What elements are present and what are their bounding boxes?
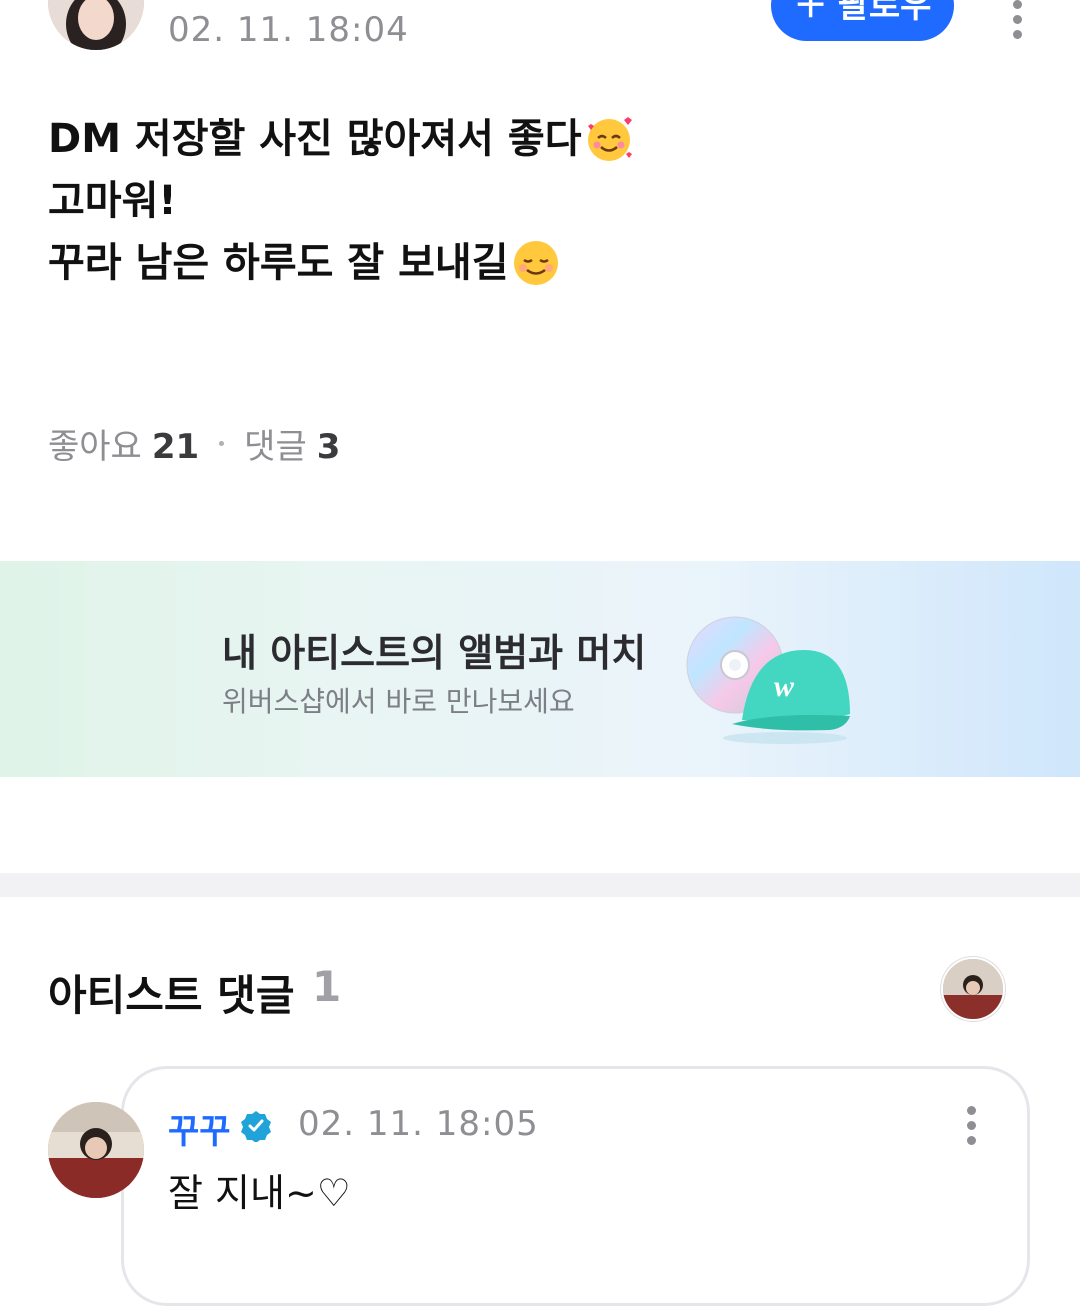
- verified-badge-icon: [241, 1111, 271, 1142]
- post-line-text: 꾸라 남은 하루도 잘 보내길: [48, 240, 509, 286]
- svg-text:w: w: [774, 670, 795, 703]
- comment-more-options-icon[interactable]: [958, 1106, 984, 1146]
- banner-art: w: [686, 616, 850, 744]
- comments-count: 3: [316, 427, 341, 467]
- post-more-options-icon[interactable]: [1004, 0, 1030, 39]
- comment-timestamp: 02. 11. 18:05: [298, 1104, 539, 1144]
- artist-comments-title: 아티스트 댓글: [48, 971, 295, 1020]
- post-timestamp: 02. 11. 18:04: [168, 10, 409, 50]
- likes-label: 좋아요: [48, 427, 142, 467]
- post-line: 고마워!: [48, 170, 748, 232]
- smiling-face-icon: [513, 241, 558, 285]
- comments-label: 댓글: [244, 427, 307, 467]
- comment-author-name[interactable]: 꾸꾸: [168, 1104, 231, 1153]
- banner-subtitle: 위버스샵에서 바로 만나보세요: [222, 685, 575, 718]
- post-line: 꾸라 남은 하루도 잘 보내길: [48, 232, 748, 294]
- likes-stat[interactable]: 좋아요 21: [48, 419, 199, 468]
- post-line: DM 저장할 사진 많아져서 좋다: [48, 108, 748, 170]
- artist-avatar[interactable]: [941, 957, 1005, 1021]
- separator-dot: [219, 441, 225, 446]
- comment-author-avatar[interactable]: [48, 1102, 144, 1198]
- post-author-avatar[interactable]: [48, 0, 144, 50]
- smiling-face-with-hearts-icon: [587, 117, 632, 161]
- banner-title: 내 아티스트의 앨범과 머치: [222, 631, 647, 675]
- section-divider: [0, 873, 1080, 897]
- comment-text: 잘 지내~♡: [168, 1171, 351, 1215]
- comments-stat[interactable]: 댓글 3: [244, 419, 340, 468]
- post-body: DM 저장할 사진 많아져서 좋다 고마워! 꾸라 남은 하루도 잘 보내길: [48, 108, 748, 294]
- follow-button-label: 팔로우: [837, 0, 932, 26]
- artist-comments-count: 1: [312, 962, 342, 1011]
- plus-icon: ＋: [793, 0, 828, 26]
- post-line-text: 고마워!: [48, 178, 177, 224]
- follow-button[interactable]: ＋ 팔로우: [771, 0, 954, 41]
- post-line-text: DM 저장할 사진 많아져서 좋다: [48, 116, 582, 162]
- likes-count: 21: [151, 427, 200, 467]
- post-stats: 좋아요 21 댓글 3: [48, 419, 340, 468]
